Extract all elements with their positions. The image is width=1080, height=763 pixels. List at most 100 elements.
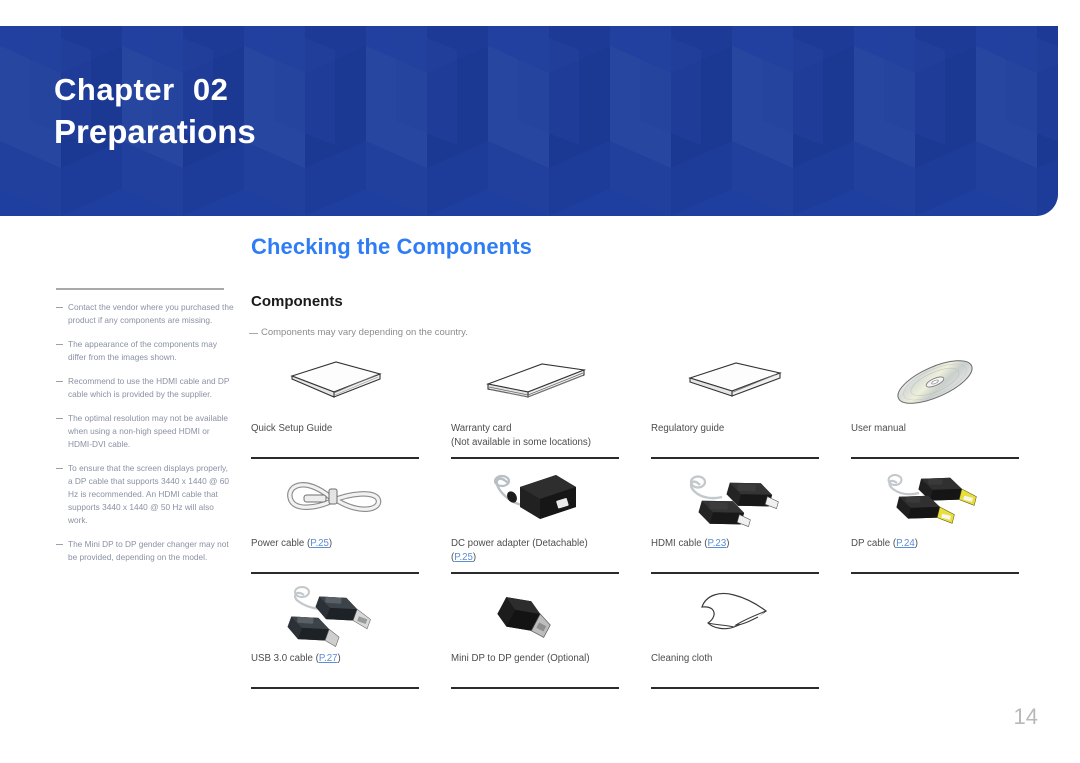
component-label: Warranty card (Not available in some loc… [451,422,629,450]
note-text: The appearance of the components may dif… [68,338,217,362]
component-label: DP cable (P.24) [851,537,1029,551]
user-manual-disc-icon [851,352,1019,412]
components-row: Power cable (P.25) DC power adapter (Det… [251,467,1051,582]
paren-close: ) [472,552,477,563]
quick-setup-guide-icon [251,352,419,412]
component-cell-warranty-card: Warranty card (Not available in some loc… [451,352,651,467]
component-divider [851,457,1019,459]
note-item: Recommend to use the HDMI cable and DP c… [56,375,234,401]
component-divider [851,572,1019,574]
chapter-banner: Chapter 02 Preparations [0,26,1058,216]
component-label-line1: Regulatory guide [651,423,725,434]
component-divider [251,572,419,574]
note-text: Contact the vendor where you purchased t… [68,301,234,325]
component-cell-quick-setup-guide: Quick Setup Guide [251,352,451,467]
component-label: Power cable (P.25) [251,537,429,551]
component-label: Mini DP to DP gender (Optional) [451,652,629,666]
usb-cable-icon [251,582,419,647]
components-note: Components may vary depending on the cou… [249,327,468,338]
component-label-line1: DC power adapter (Detachable) [451,538,588,549]
component-divider [451,687,619,689]
component-divider [651,572,819,574]
power-cable-icon [251,467,419,527]
mini-dp-gender-icon [451,582,619,642]
sidebar-notes: Contact the vendor where you purchased t… [56,288,234,575]
page-reference-link[interactable]: P.23 [708,538,727,549]
component-label: USB 3.0 cable (P.27) [251,652,429,666]
paren-close: ) [328,538,333,549]
paren-close: ) [914,538,918,549]
component-cell-hdmi-cable: HDMI cable (P.23) [651,467,851,582]
dash-icon [56,306,63,308]
component-label: DC power adapter (Detachable) (P.25) [451,537,629,565]
component-cell-dp-cable: DP cable (P.24) [851,467,1051,582]
manual-page: Chapter 02 Preparations Checking the Com… [0,0,1080,763]
paren-close: ) [726,538,730,549]
cleaning-cloth-icon [651,582,819,642]
component-label-line1: USB 3.0 cable ( [251,653,319,664]
component-label: HDMI cable (P.23) [651,537,829,551]
chapter-title: Preparations [54,113,256,150]
page-reference-link[interactable]: P.27 [319,653,338,664]
page-title: Checking the Components [251,234,532,259]
note-item: The optimal resolution may not be availa… [56,412,234,451]
dash-icon [56,543,63,545]
hdmi-cable-icon [651,467,819,527]
component-cell-dc-power-adapter: DC power adapter (Detachable) (P.25) [451,467,651,582]
note-item: Contact the vendor where you purchased t… [56,301,234,327]
component-label: User manual [851,422,1029,436]
components-grid: Quick Setup Guide Warranty card (Not ava… [251,352,1051,697]
component-label: Cleaning cloth [651,652,829,666]
component-divider [451,572,619,574]
note-item: The Mini DP to DP gender changer may not… [56,538,234,564]
component-label-line1: Cleaning cloth [651,653,713,664]
dp-cable-icon [851,467,1019,527]
component-cell-empty [851,582,1051,697]
regulatory-guide-icon [651,352,819,412]
note-text: The optimal resolution may not be availa… [68,412,229,449]
dash-icon [56,343,63,345]
warranty-card-icon [451,352,619,412]
components-row: Quick Setup Guide Warranty card (Not ava… [251,352,1051,467]
page-number: 14 [1013,704,1038,729]
component-cell-power-cable: Power cable (P.25) [251,467,451,582]
component-divider [251,687,419,689]
component-label-line1: Mini DP to DP gender (Optional) [451,653,590,664]
component-cell-regulatory-guide: Regulatory guide [651,352,851,467]
component-cell-usb-cable: USB 3.0 cable (P.27) [251,582,451,697]
note-text: The Mini DP to DP gender changer may not… [68,538,229,562]
chapter-label: Chapter 02 [54,72,229,107]
component-label: Quick Setup Guide [251,422,429,436]
note-item: To ensure that the screen displays prope… [56,462,234,527]
dash-icon [249,333,258,334]
component-label-line2: (Not available in some locations) [451,437,591,448]
note-item: The appearance of the components may dif… [56,338,234,364]
page-reference-link[interactable]: P.24 [896,538,915,549]
dc-power-adapter-icon [451,467,619,527]
chapter-heading-block: Chapter 02 Preparations [54,70,256,153]
component-label: Regulatory guide [651,422,829,436]
component-label-line1: User manual [851,423,906,434]
dash-icon [56,417,63,419]
component-divider [251,457,419,459]
dash-icon [56,380,63,382]
note-text: Recommend to use the HDMI cable and DP c… [68,375,230,399]
components-row: USB 3.0 cable (P.27) Mini DP to DP gende… [251,582,1051,697]
note-text: To ensure that the screen displays prope… [68,462,229,525]
component-divider [651,457,819,459]
component-label-line1: HDMI cable ( [651,538,708,549]
subsection-title: Components [251,293,343,310]
component-cell-cleaning-cloth: Cleaning cloth [651,582,851,697]
component-cell-user-manual: User manual [851,352,1051,467]
component-label-line1: DP cable ( [851,538,897,549]
component-label-line1: Quick Setup Guide [251,423,333,434]
component-label-line1: Warranty card [451,423,512,434]
page-reference-link[interactable]: P.25 [310,538,329,549]
sidebar-divider [56,288,224,290]
component-divider [451,457,619,459]
component-cell-mini-dp-gender: Mini DP to DP gender (Optional) [451,582,651,697]
paren-close: ) [337,653,341,664]
page-reference-link[interactable]: P.25 [454,552,473,563]
components-note-text: Components may vary depending on the cou… [261,327,468,338]
component-label-line1: Power cable ( [251,538,311,549]
